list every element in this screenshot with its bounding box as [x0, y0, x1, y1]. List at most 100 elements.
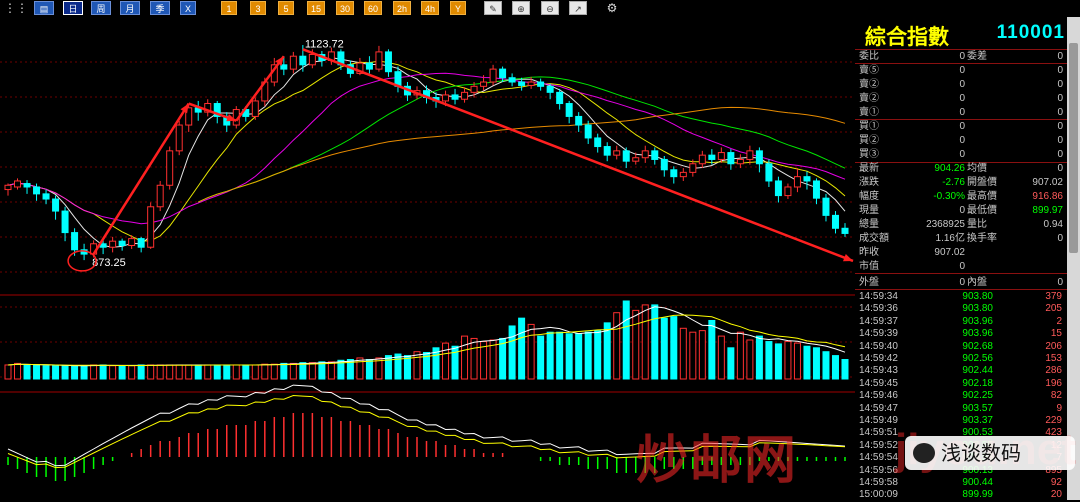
volume-bar: [118, 365, 126, 380]
row-label: 買①: [859, 121, 879, 132]
quote-row: 總量 2368925 量比 0.94: [855, 218, 1067, 232]
row-value: 0: [959, 121, 965, 132]
row-label: 昨收: [859, 247, 879, 258]
volume-bar: [232, 364, 240, 380]
candle-body: [746, 150, 754, 160]
toolbar-button-20[interactable]: ⚙: [603, 1, 621, 15]
row-label: 現量: [859, 205, 879, 216]
toolbar-button-4[interactable]: 月: [120, 1, 140, 15]
toolbar-button-15[interactable]: Y: [450, 1, 466, 15]
candle-body: [289, 55, 297, 70]
row-label-2: 開盤價: [967, 177, 997, 188]
volume-bar: [841, 359, 849, 380]
volume-bar: [831, 355, 839, 380]
candle-body: [251, 100, 259, 117]
row-label-2: 內盤: [967, 277, 987, 288]
candle-body: [803, 176, 811, 182]
row-value: 0: [959, 261, 965, 272]
scrollbar-thumb[interactable]: [1069, 43, 1078, 253]
volume-bar: [594, 330, 602, 380]
candle-body: [594, 137, 602, 148]
toolbar-button-7[interactable]: 1: [221, 1, 237, 15]
row-value: 907.02: [934, 247, 965, 258]
candle-body: [698, 154, 706, 165]
volume-bar: [442, 342, 450, 380]
volume-bar: [327, 361, 335, 380]
panel-header: 綜合指數 110001: [855, 17, 1067, 49]
volume-bar: [470, 337, 478, 380]
volume-bar: [99, 364, 107, 380]
row-label: 賣②: [859, 79, 879, 90]
toolbar-button-12[interactable]: 60: [364, 1, 382, 15]
candle-body: [670, 169, 678, 178]
volume-bar: [156, 364, 164, 380]
candle-body: [736, 158, 744, 165]
candle-body: [603, 146, 611, 156]
volume-bar: [90, 364, 98, 380]
row-label: 總量: [859, 219, 879, 230]
volume-bar: [270, 363, 278, 380]
candle-body: [822, 197, 830, 216]
volume-bar: [451, 345, 459, 380]
row-value-2: 0: [1057, 277, 1063, 288]
volume-bar: [670, 316, 678, 380]
volume-bar: [784, 341, 792, 380]
toolbar-button-5[interactable]: 季: [150, 1, 170, 15]
trend-arrow-down: [302, 48, 854, 263]
volume-bar: [80, 365, 88, 380]
volume-bar: [23, 364, 31, 380]
row-label-2: 量比: [967, 219, 987, 230]
toolbar-button-17[interactable]: ⊕: [512, 1, 530, 15]
volume-bar: [61, 365, 69, 380]
toolbar-button-19[interactable]: ↗: [569, 1, 587, 15]
toolbar-button-18[interactable]: ⊖: [541, 1, 559, 15]
volume-bar: [746, 339, 754, 380]
toolbar-button-10[interactable]: 15: [307, 1, 325, 15]
volume-bar: [537, 335, 545, 380]
row-label: 幅度: [859, 191, 879, 202]
row-label: 賣②: [859, 93, 879, 104]
volume-bar: [727, 347, 735, 380]
row-value: 0: [959, 79, 965, 90]
volume-bar: [289, 362, 297, 380]
candle-body: [365, 62, 373, 70]
candle-body: [831, 214, 839, 229]
toolbar-button-13[interactable]: 2h: [393, 1, 411, 15]
candle-body: [660, 158, 668, 171]
volume-bar: [622, 300, 630, 380]
toolbar-button-14[interactable]: 4h: [421, 1, 439, 15]
candle-body: [61, 210, 69, 234]
toolbar-button-0[interactable]: ⋮⋮: [4, 1, 28, 15]
toolbar-button-2[interactable]: 日: [63, 1, 83, 15]
quote-row: 現量 0 最低價 899.97: [855, 204, 1067, 218]
volume-bar: [52, 365, 60, 380]
quote-row: 買③ 0 0: [855, 148, 1067, 162]
volume-bar: [299, 362, 307, 380]
candle-body: [717, 152, 725, 160]
toolbar-button-9[interactable]: 5: [278, 1, 294, 15]
candle-body: [489, 68, 497, 83]
row-value: 1.16亿: [935, 233, 965, 244]
toolbar-button-1[interactable]: ▤: [34, 1, 54, 15]
toolbar-button-16[interactable]: ✎: [484, 1, 502, 15]
candle-body: [613, 150, 621, 156]
toolbar-button-6[interactable]: X: [180, 1, 196, 15]
toolbar-button-8[interactable]: 3: [250, 1, 266, 15]
candle-body: [375, 51, 383, 70]
candle-body: [118, 240, 126, 246]
volume-bar: [166, 364, 174, 380]
volume-bar: [308, 362, 316, 380]
toolbar-button-3[interactable]: 周: [91, 1, 111, 15]
candle-body: [384, 51, 392, 73]
ma-line-30: [197, 76, 846, 203]
candle-body: [461, 91, 469, 100]
volume-bar: [565, 333, 573, 380]
volume-bar: [546, 331, 554, 380]
row-label: 買③: [859, 149, 879, 160]
candle-body: [451, 94, 459, 100]
volume-bar: [109, 365, 117, 380]
toolbar-button-11[interactable]: 30: [336, 1, 354, 15]
row-label: 成交額: [859, 233, 889, 244]
quote-row: 買② 0 0: [855, 134, 1067, 148]
wechat-icon: [913, 443, 935, 463]
